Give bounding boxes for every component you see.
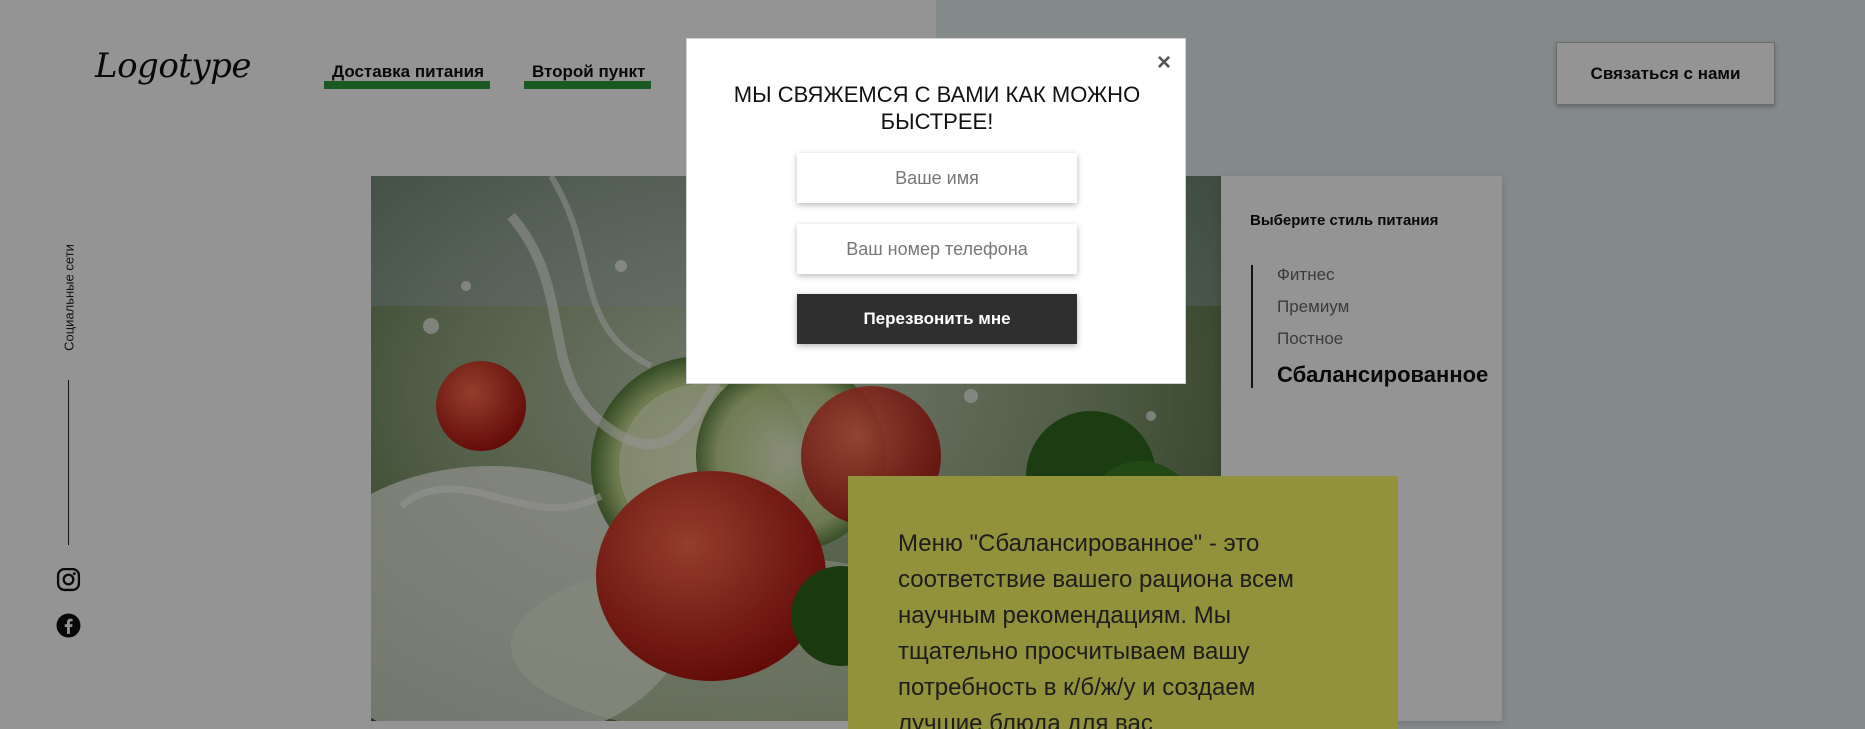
callback-modal: × МЫ СВЯЖЕМСЯ С ВАМИ КАК МОЖНО БЫСТРЕЕ! … bbox=[686, 38, 1186, 384]
call-me-button[interactable]: Перезвонить мне bbox=[797, 294, 1077, 344]
name-input[interactable] bbox=[797, 153, 1077, 203]
phone-input[interactable] bbox=[797, 224, 1077, 274]
close-icon[interactable]: × bbox=[1157, 51, 1171, 75]
modal-title: МЫ СВЯЖЕМСЯ С ВАМИ КАК МОЖНО БЫСТРЕЕ! bbox=[733, 82, 1141, 134]
